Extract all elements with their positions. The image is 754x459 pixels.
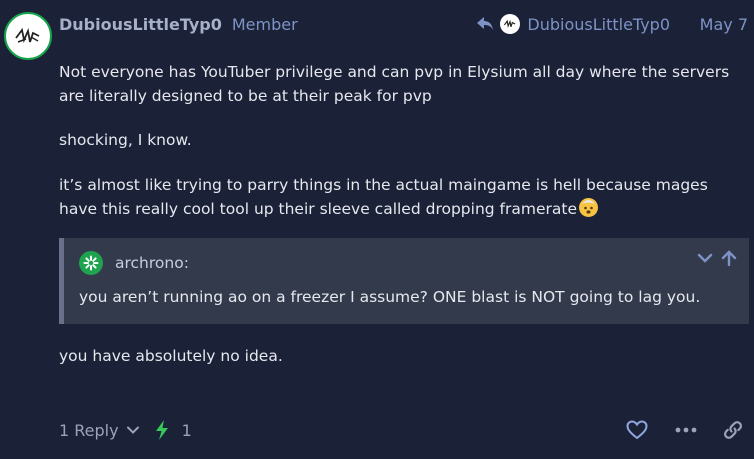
post-paragraph: you have absolutely no idea. bbox=[59, 347, 283, 365]
quote-header: archrono: bbox=[79, 250, 189, 276]
avatar-scribble-icon bbox=[15, 27, 40, 43]
post-paragraph: Not everyone has YouTuber privilege and … bbox=[59, 63, 730, 105]
heart-icon bbox=[626, 420, 648, 440]
boost-count: 1 bbox=[181, 420, 192, 440]
author-avatar[interactable] bbox=[4, 12, 52, 60]
chevron-down-icon bbox=[126, 426, 139, 434]
expand-quote-button[interactable] bbox=[697, 250, 713, 270]
post-date[interactable]: May 7 bbox=[700, 13, 748, 35]
reply-to-avatar bbox=[500, 14, 521, 34]
reply-to-username: DubiousLittleTyp0 bbox=[527, 14, 670, 34]
post-footer: 1 Reply 1 bbox=[59, 417, 192, 443]
reply-to-link[interactable]: DubiousLittleTyp0 bbox=[476, 13, 670, 35]
reply-arrow-icon bbox=[477, 17, 494, 30]
boost-button[interactable] bbox=[154, 419, 170, 441]
replies-label: 1 Reply bbox=[59, 420, 119, 440]
boost-bolt-icon bbox=[155, 420, 168, 440]
link-icon bbox=[723, 421, 743, 439]
author-username[interactable]: DubiousLittleTyp0 bbox=[59, 15, 222, 34]
quote-controls bbox=[697, 250, 737, 270]
share-link-button[interactable] bbox=[722, 417, 744, 443]
replies-toggle[interactable]: 1 Reply bbox=[59, 421, 140, 440]
post-paragraph: shocking, I know. bbox=[59, 131, 192, 149]
chevron-down-icon bbox=[697, 253, 713, 263]
more-icon bbox=[675, 427, 697, 433]
quote-author-avatar[interactable] bbox=[79, 251, 103, 275]
quote-text: you aren’t running ao on a freezer I ass… bbox=[79, 288, 701, 306]
arrow-up-icon bbox=[721, 250, 737, 267]
quote-author-name: archrono: bbox=[115, 254, 189, 272]
quoted-post: archrono: you aren’t running ao on a fre… bbox=[59, 238, 749, 324]
author-role: Member bbox=[231, 14, 298, 34]
post-paragraph: it’s almost like trying to parry things … bbox=[59, 176, 708, 218]
quote-avatar-star-icon bbox=[83, 255, 99, 271]
go-to-quoted-post-button[interactable] bbox=[721, 250, 737, 270]
exploding-head-emoji-icon bbox=[578, 198, 598, 217]
post-paragraph-with-emoji: it’s almost like trying to parry things … bbox=[59, 173, 749, 221]
like-button[interactable] bbox=[626, 417, 648, 443]
post-actions bbox=[624, 417, 754, 443]
more-options-button[interactable] bbox=[675, 417, 697, 443]
